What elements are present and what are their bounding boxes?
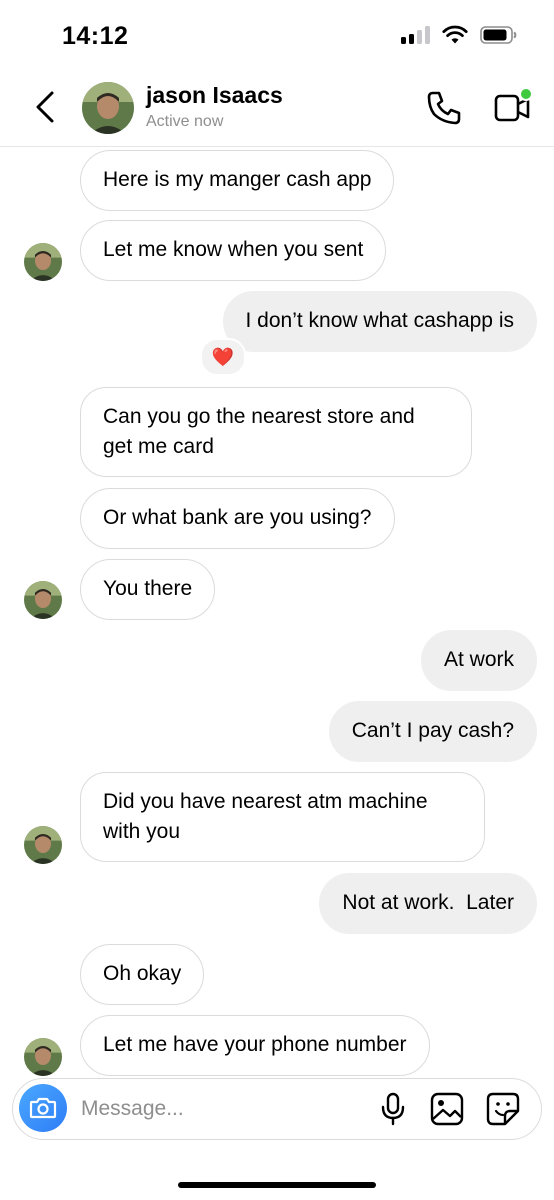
camera-button[interactable] [19, 1084, 67, 1132]
battery-icon [480, 26, 517, 44]
status-bar: 14:12 [0, 0, 554, 70]
reaction-emoji: ❤️ [211, 347, 235, 367]
message-input[interactable] [79, 1089, 363, 1129]
contact-avatar[interactable] [82, 82, 134, 134]
gallery-icon[interactable] [429, 1091, 465, 1127]
sticker-icon[interactable] [485, 1091, 521, 1127]
status-time: 14:12 [62, 22, 129, 50]
message-bubble-outgoing[interactable]: I don’t know what cashapp is [222, 291, 537, 352]
contact-status: Active now [146, 113, 224, 130]
camera-icon [29, 1097, 57, 1119]
contact-name[interactable]: jason Isaacs [146, 82, 283, 109]
back-icon[interactable] [28, 87, 62, 127]
video-call-icon[interactable] [492, 86, 534, 128]
message-bubble-outgoing[interactable]: At work [420, 630, 537, 691]
cellular-signal-icon [401, 26, 430, 44]
message-bubble-outgoing[interactable]: Can’t I pay cash? [328, 701, 537, 762]
message-bubble-incoming[interactable]: Here is my manger cash app [80, 150, 395, 211]
sender-avatar[interactable] [24, 1038, 62, 1076]
message-bubble-outgoing[interactable]: Not at work. Later [319, 873, 537, 934]
wifi-icon [442, 25, 468, 44]
message-bubble-incoming[interactable]: Oh okay [80, 944, 205, 1005]
message-composer [12, 1078, 542, 1140]
microphone-icon[interactable] [375, 1091, 411, 1127]
home-indicator[interactable] [178, 1182, 376, 1188]
message-bubble-incoming[interactable]: You there [80, 559, 216, 620]
chat-header: jason Isaacs Active now [0, 70, 554, 147]
heart-reaction-icon[interactable]: ❤️ [200, 338, 246, 376]
message-bubble-incoming[interactable]: Did you have nearest atm machine with yo… [80, 772, 485, 862]
message-bubble-incoming[interactable]: Let me know when you sent [80, 220, 387, 281]
message-bubble-incoming[interactable]: Can you go the nearest store and get me … [80, 387, 472, 477]
message-bubble-incoming[interactable]: Let me have your phone number [80, 1015, 430, 1076]
phone-call-icon[interactable] [424, 88, 464, 128]
sender-avatar[interactable] [24, 581, 62, 619]
sender-avatar[interactable] [24, 826, 62, 864]
sender-avatar[interactable] [24, 243, 62, 281]
online-indicator-icon [519, 87, 533, 101]
message-bubble-incoming[interactable]: Or what bank are you using? [80, 488, 395, 549]
status-icons [401, 25, 518, 45]
